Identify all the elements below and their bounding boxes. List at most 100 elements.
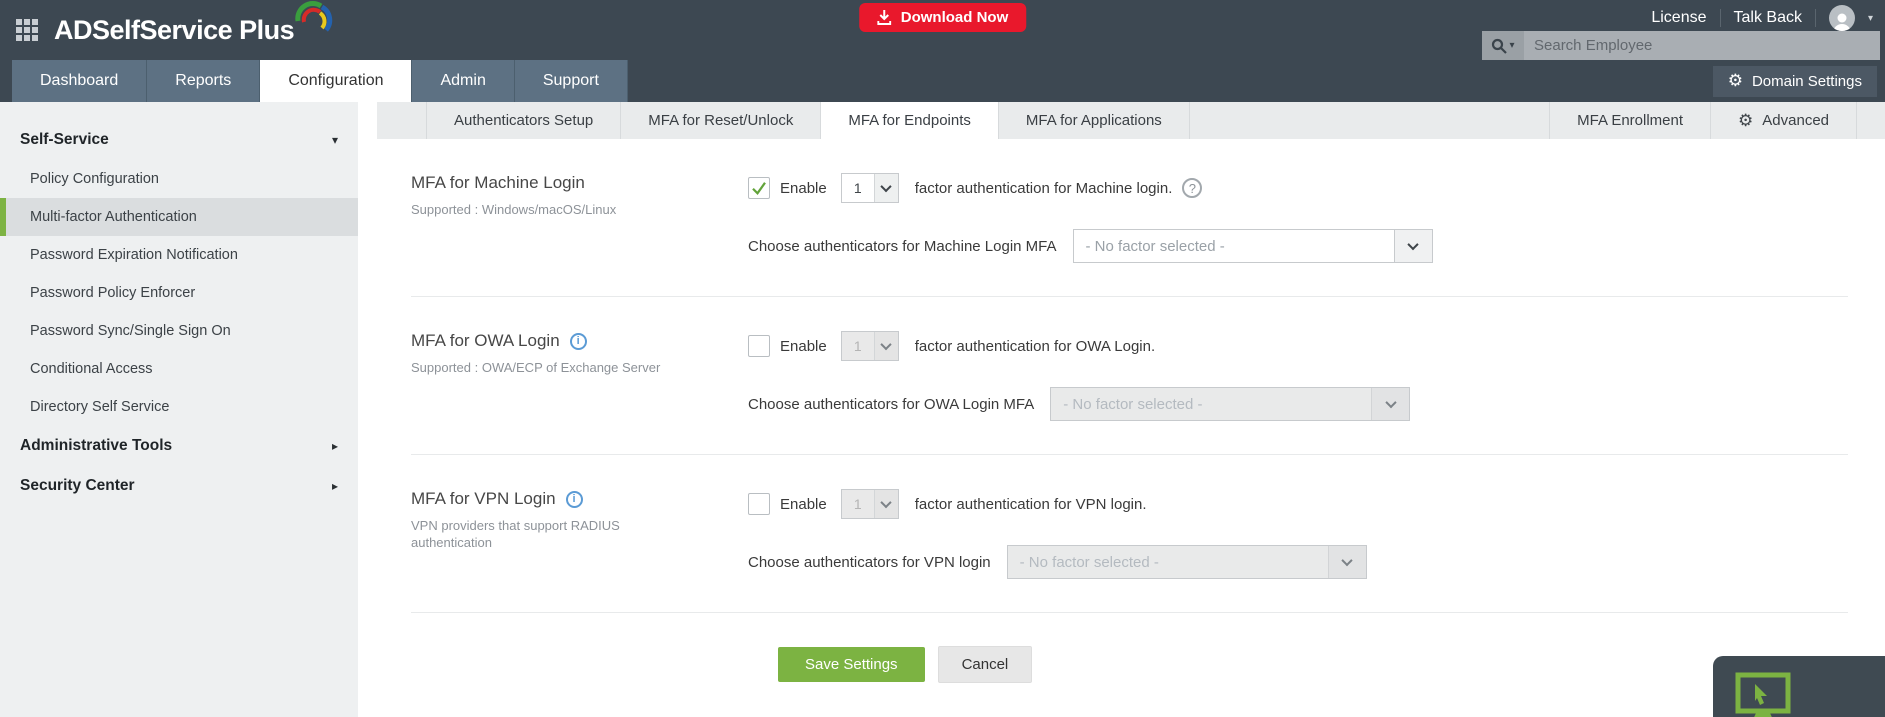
enable-label: Enable — [780, 496, 827, 513]
tab-mfa-for-applications[interactable]: MFA for Applications — [999, 102, 1190, 139]
owa-login-factor-count-select: 1 — [841, 331, 899, 361]
cancel-button[interactable]: Cancel — [938, 646, 1033, 683]
license-link[interactable]: License — [1651, 9, 1706, 27]
vpn-login-enable-checkbox[interactable] — [748, 493, 770, 515]
chevron-down-icon — [1371, 388, 1409, 420]
sidebar-group-label: Security Center — [20, 477, 135, 495]
gear-icon: ⚙ — [1728, 73, 1743, 90]
gear-icon: ⚙ — [1738, 111, 1753, 131]
nav-tab-dashboard[interactable]: Dashboard — [12, 60, 147, 102]
section-subtitle: Supported : Windows/macOS/Linux — [411, 202, 666, 219]
sidebar-item-policy-configuration[interactable]: Policy Configuration — [0, 160, 358, 198]
support-chat-widget[interactable] — [1713, 656, 1885, 717]
vpn-login-factor-count-select: 1 — [841, 489, 899, 519]
choose-authenticators-label: Choose authenticators for OWA Login MFA — [748, 396, 1034, 413]
authenticators-select-value: - No factor selected - — [1008, 546, 1328, 578]
section-title: MFA for VPN Login — [411, 489, 556, 509]
search-icon — [1491, 38, 1507, 54]
adselfservice-plus-app: ADSelfService Plus Download Now License … — [0, 0, 1885, 717]
mfa-endpoints-panel: MFA for Machine Login Supported : Window… — [358, 139, 1885, 717]
sidebar-group-administrative-tools[interactable]: Administrative Tools ▸ — [0, 426, 358, 466]
search-scope-caret-icon: ▾ — [1509, 40, 1514, 51]
tabstrip-spacer — [1190, 102, 1550, 139]
sidebar-item-directory-self-service[interactable]: Directory Self Service — [0, 388, 358, 426]
section-subtitle: Supported : OWA/ECP of Exchange Server — [411, 360, 666, 377]
sidebar-item-conditional-access[interactable]: Conditional Access — [0, 350, 358, 388]
choose-authenticators-label: Choose authenticators for Machine Login … — [748, 238, 1057, 255]
tab-mfa-enrollment[interactable]: MFA Enrollment — [1550, 102, 1711, 139]
top-right-links: License Talk Back ▾ — [1651, 5, 1873, 31]
tab-mfa-for-endpoints[interactable]: MFA for Endpoints — [821, 102, 999, 139]
owa-login-authenticators-select: - No factor selected - — [1050, 387, 1410, 421]
factor-count-value: 1 — [842, 490, 874, 518]
remote-desktop-icon — [1735, 672, 1795, 717]
section-mfa-vpn-login: MFA for VPN Login i VPN providers that s… — [411, 455, 1848, 613]
sidebar-group-label: Administrative Tools — [20, 437, 172, 455]
talkback-link[interactable]: Talk Back — [1734, 9, 1802, 27]
footer-actions: Save Settings Cancel — [778, 646, 1848, 683]
tabstrip-tail — [1857, 102, 1885, 139]
section-mfa-owa-login: MFA for OWA Login i Supported : OWA/ECP … — [411, 297, 1848, 455]
sidebar-item-multi-factor-authentication[interactable]: Multi-factor Authentication — [0, 198, 358, 236]
help-icon[interactable]: ? — [1182, 178, 1202, 198]
factor-count-value: 1 — [842, 332, 874, 360]
apps-grid-icon[interactable] — [16, 19, 38, 41]
choose-authenticators-label: Choose authenticators for VPN login — [748, 554, 991, 571]
enable-label: Enable — [780, 338, 827, 355]
authenticators-select-value: - No factor selected - — [1074, 230, 1394, 262]
sidebar: Self-Service ▾ Policy Configuration Mult… — [0, 102, 358, 717]
sidebar-item-password-expiration-notification[interactable]: Password Expiration Notification — [0, 236, 358, 274]
info-icon[interactable]: i — [570, 333, 587, 350]
chevron-down-icon — [1394, 230, 1432, 262]
download-now-label: Download Now — [901, 9, 1009, 26]
chevron-right-icon: ▸ — [332, 479, 338, 493]
brand: ADSelfService Plus — [16, 15, 336, 46]
machine-login-factor-count-select[interactable]: 1 — [841, 173, 899, 203]
machine-login-authenticators-select[interactable]: - No factor selected - — [1073, 229, 1433, 263]
factor-count-value: 1 — [842, 174, 874, 202]
sidebar-item-password-policy-enforcer[interactable]: Password Policy Enforcer — [0, 274, 358, 312]
domain-settings-label: Domain Settings — [1752, 73, 1862, 90]
factor-sentence: factor authentication for VPN login. — [915, 496, 1147, 513]
tab-mfa-for-reset-unlock[interactable]: MFA for Reset/Unlock — [621, 102, 821, 139]
search-scope-button[interactable]: ▾ — [1482, 31, 1524, 60]
tab-advanced-label: Advanced — [1762, 112, 1829, 129]
nav-tab-reports[interactable]: Reports — [147, 60, 260, 102]
section-subtitle: VPN providers that support RADIUS authen… — [411, 518, 666, 552]
tab-advanced[interactable]: ⚙ Advanced — [1711, 102, 1857, 139]
info-icon[interactable]: i — [566, 491, 583, 508]
nav-tab-configuration[interactable]: Configuration — [260, 60, 412, 102]
nav-tab-admin[interactable]: Admin — [412, 60, 514, 102]
tab-authenticators-setup[interactable]: Authenticators Setup — [427, 102, 621, 139]
mfa-tabstrip: Authenticators Setup MFA for Reset/Unloc… — [377, 102, 1885, 139]
main-content: Authenticators Setup MFA for Reset/Unloc… — [358, 102, 1885, 717]
app-logo: ADSelfService Plus — [54, 15, 294, 46]
user-avatar-icon[interactable] — [1829, 5, 1855, 31]
authenticators-select-value: - No factor selected - — [1051, 388, 1371, 420]
enable-label: Enable — [780, 180, 827, 197]
sidebar-group-self-service[interactable]: Self-Service ▾ — [0, 120, 358, 160]
nav-tab-support[interactable]: Support — [515, 60, 628, 102]
factor-sentence: factor authentication for OWA Login. — [915, 338, 1155, 355]
download-now-button[interactable]: Download Now — [859, 3, 1027, 32]
save-settings-button[interactable]: Save Settings — [778, 647, 925, 682]
vpn-login-authenticators-select: - No factor selected - — [1007, 545, 1367, 579]
chevron-down-icon: ▾ — [332, 133, 338, 147]
divider — [1720, 9, 1721, 27]
search-input[interactable] — [1524, 31, 1880, 60]
chevron-down-icon — [874, 332, 898, 360]
domain-settings-button[interactable]: ⚙ Domain Settings — [1713, 66, 1877, 97]
sidebar-item-password-sync-single-sign-on[interactable]: Password Sync/Single Sign On — [0, 312, 358, 350]
owa-login-enable-checkbox[interactable] — [748, 335, 770, 357]
chevron-right-icon: ▸ — [332, 439, 338, 453]
section-title: MFA for OWA Login — [411, 331, 560, 351]
user-menu-caret-icon[interactable]: ▾ — [1868, 13, 1873, 24]
download-icon — [877, 10, 891, 25]
section-title: MFA for Machine Login — [411, 173, 748, 193]
sidebar-group-security-center[interactable]: Security Center ▸ — [0, 466, 358, 506]
section-mfa-machine-login: MFA for Machine Login Supported : Window… — [411, 139, 1848, 297]
main-navigation: Dashboard Reports Configuration Admin Su… — [0, 60, 1885, 102]
machine-login-enable-checkbox[interactable] — [748, 177, 770, 199]
top-header: ADSelfService Plus Download Now License … — [0, 0, 1885, 60]
chevron-down-icon — [874, 490, 898, 518]
